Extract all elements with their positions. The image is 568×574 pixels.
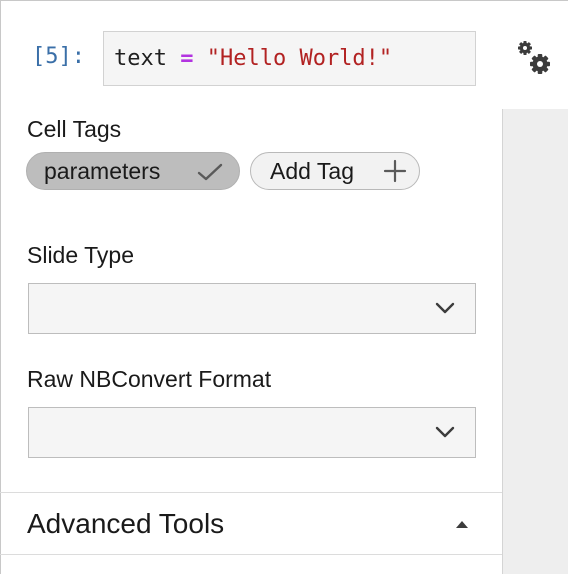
raw-nbconvert-format-select[interactable]: [28, 407, 476, 458]
advanced-tools-header[interactable]: Advanced Tools: [27, 508, 224, 540]
top-border: [0, 0, 568, 1]
section-divider: [0, 492, 502, 493]
gears-icon[interactable]: [515, 38, 555, 78]
left-border: [0, 0, 1, 574]
section-divider: [0, 554, 502, 555]
add-tag-button[interactable]: Add Tag: [250, 152, 420, 190]
tag-parameters[interactable]: parameters: [26, 152, 240, 190]
cell-tags-label: Cell Tags: [27, 116, 122, 142]
raw-nbconvert-format-label: Raw NBConvert Format: [27, 366, 272, 392]
caret-up-icon[interactable]: [455, 520, 469, 529]
side-panel: [502, 109, 568, 574]
code-operator: =: [180, 46, 194, 71]
add-tag-label: Add Tag: [270, 157, 354, 184]
tag-label: parameters: [44, 157, 161, 184]
code-string: "Hello World!": [206, 46, 393, 71]
code-variable: text: [114, 46, 167, 71]
plus-icon: [383, 159, 407, 183]
slide-type-select[interactable]: [28, 283, 476, 334]
code-cell-input[interactable]: text = "Hello World!": [103, 31, 476, 86]
cell-execution-prompt: [5]:: [32, 44, 85, 69]
slide-type-label: Slide Type: [27, 242, 134, 268]
chevron-down-icon: [435, 302, 455, 314]
checkmark-icon: [197, 163, 223, 181]
chevron-down-icon: [435, 426, 455, 438]
